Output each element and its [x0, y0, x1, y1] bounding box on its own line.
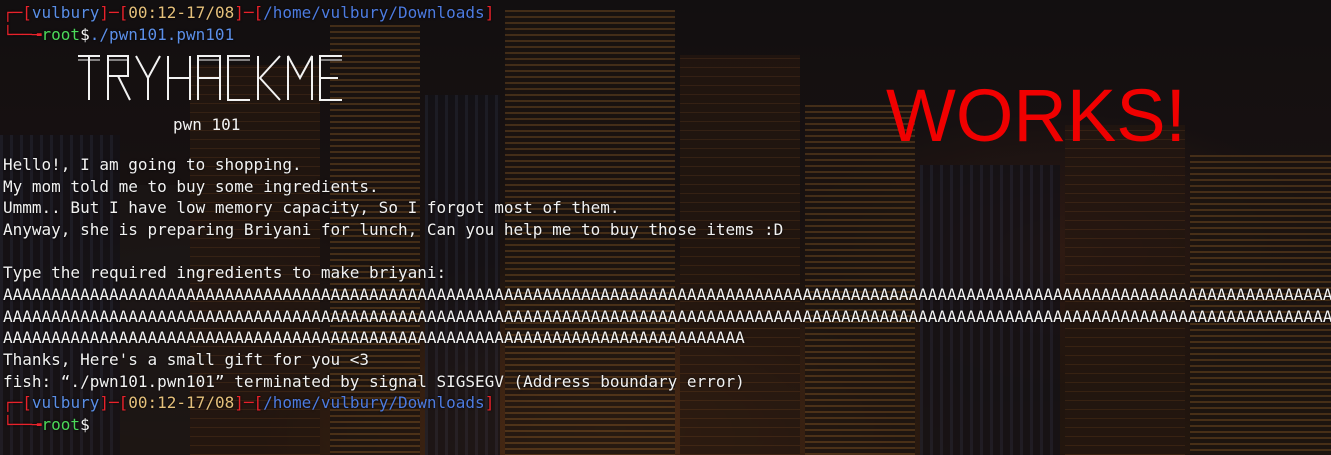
prompt-dollar: $ [80, 24, 90, 44]
output-line: Hello!, I am going to shopping. [3, 154, 302, 174]
prompt-shell-user: root [41, 24, 81, 44]
output-line: Type the required ingredients to make br… [3, 263, 447, 283]
terminal-output[interactable]: ┌─[vulbury]─[00:12-17/08]─[/home/vulbury… [3, 2, 1331, 436]
input-payload-line: AAAAAAAAAAAAAAAAAAAAAAAAAAAAAAAAAAAAAAAA… [3, 306, 1331, 326]
output-line: Anyway, she is preparing Briyani for lun… [3, 219, 784, 239]
prompt-corner-top: ┌─ [3, 3, 23, 22]
output-line: Thanks, Here's a small gift for you <3 [3, 350, 370, 369]
command-text: ./pwn101.pwn101 [89, 24, 235, 44]
prompt-time: 00:12-17/08 [128, 393, 235, 413]
output-line: My mom told me to buy some ingredients. [3, 176, 379, 196]
input-payload-line: AAAAAAAAAAAAAAAAAAAAAAAAAAAAAAAAAAAAAAAA… [3, 328, 745, 348]
prompt-user: vulbury [31, 3, 100, 22]
prompt-user: vulbury [31, 393, 100, 413]
prompt-corner-bottom: └──╼ [3, 24, 42, 44]
output-line: Ummm.. But I have low memory capacity, S… [3, 198, 620, 218]
terminal-window[interactable]: TRYHACKME pwn 101 WORKS! ┌─[vulbury]─[00… [0, 0, 1331, 455]
prompt-path: /home/vulbury/Downloads [263, 393, 485, 413]
prompt-corner-top: ┌─ [3, 393, 23, 413]
prompt-dollar: $ [80, 415, 90, 435]
prompt-corner-bottom: └──╼ [3, 415, 42, 435]
input-payload-line: AAAAAAAAAAAAAAAAAAAAAAAAAAAAAAAAAAAAAAAA… [3, 284, 1331, 304]
prompt-shell-user: root [41, 415, 81, 435]
prompt-path: /home/vulbury/Downloads [263, 3, 485, 22]
prompt-time: 00:12-17/08 [128, 3, 235, 22]
command-line: └──╼root$./pwn101.pwn101 [3, 24, 1331, 46]
error-line: fish: “./pwn101.pwn101” terminated by si… [3, 371, 745, 391]
prompt-line: ┌─[vulbury]─[00:12-17/08]─[/home/vulbury… [3, 393, 495, 413]
prompt-line: ┌─[vulbury]─[00:12-17/08]─[/home/vulbury… [3, 3, 495, 22]
command-line[interactable]: └──╼root$ [3, 414, 1331, 436]
